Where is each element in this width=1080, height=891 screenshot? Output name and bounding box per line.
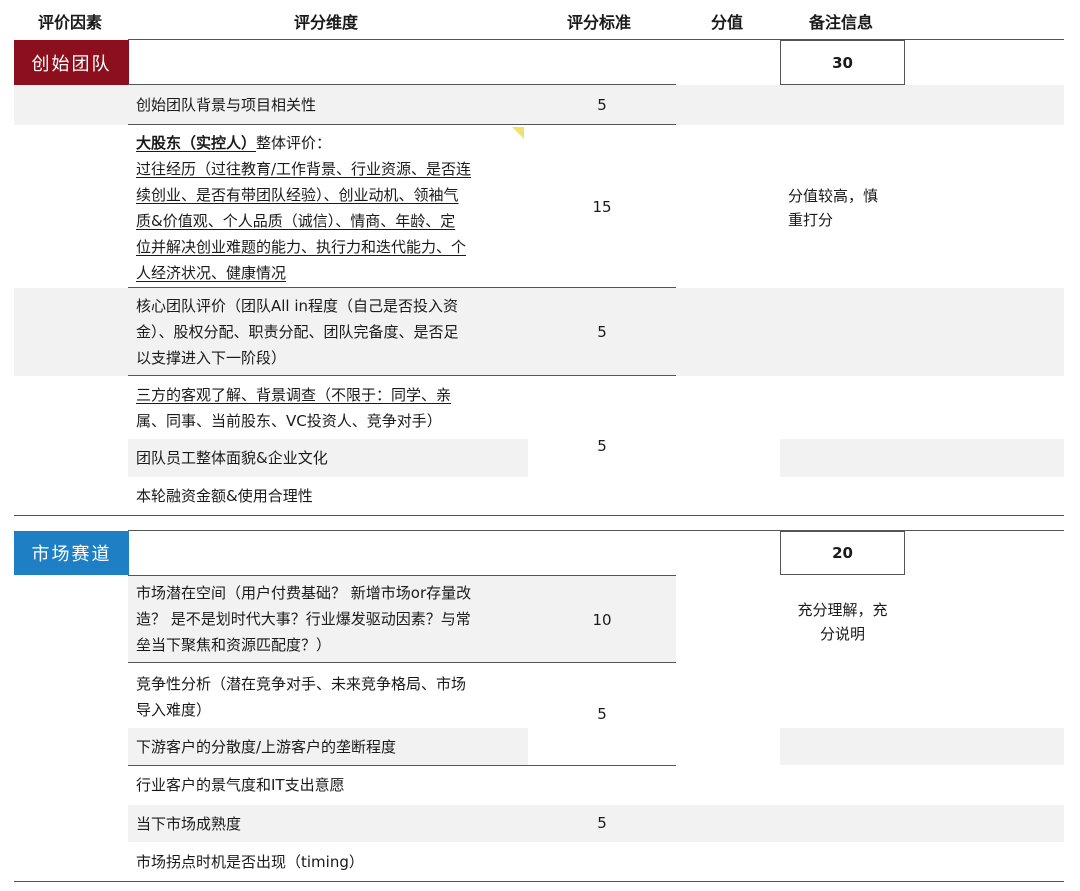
team-dimension-2-line: 位并解决创业难题的能力、执行力和迭代能力、个 bbox=[136, 238, 467, 256]
header-score: 分值 bbox=[711, 13, 744, 32]
market-dimension-5: 当下市场成熟度 bbox=[136, 815, 242, 833]
team-group-standard: 5 bbox=[597, 437, 607, 455]
market-dimension-2-line: 导入难度） bbox=[136, 701, 212, 719]
header-factor: 评价因素 bbox=[38, 13, 103, 32]
team-dimension-6: 本轮融资金额&使用合理性 bbox=[136, 487, 313, 505]
market-dimension-1-line: 造？ 是不是划时代大事？行业爆发驱动因素？与常 bbox=[136, 610, 471, 628]
team-dimension-4: 三方的客观了解、背景调查（不限于：同学、亲 属、同事、当前股东、VC投资人、竞争… bbox=[136, 382, 526, 434]
team-score-box: 30 bbox=[780, 40, 905, 85]
market-dimension-1: 市场潜在空间（用户付费基础？ 新增市场or存量改 造？ 是不是划时代大事？行业爆… bbox=[136, 580, 526, 658]
market-score-box: 20 bbox=[780, 531, 905, 575]
market-rule-1 bbox=[128, 662, 676, 663]
team-dimension-3-line: 核心团队评价（团队All in程度（自己是否投入资 bbox=[136, 297, 459, 315]
team-dimension-3-line: 以支撑进入下一阶段） bbox=[136, 349, 287, 367]
market-dimension-1-line: 市场潜在空间（用户付费基础？ 新增市场or存量改 bbox=[136, 584, 472, 602]
market-note-1-line: 分说明 bbox=[819, 625, 865, 643]
market-category-label: 市场赛道 bbox=[14, 531, 129, 575]
team-dimension-1: 创始团队背景与项目相关性 bbox=[136, 96, 317, 114]
team-top-rule bbox=[128, 39, 1064, 40]
team-dimension-2-lead-suffix: 整体评价： bbox=[256, 134, 332, 152]
team-rule-3 bbox=[128, 375, 676, 376]
market-group-standard-a: 5 bbox=[597, 705, 607, 723]
market-dimension-2-line: 竞争性分析（潜在竞争对手、未来竞争格局、市场 bbox=[136, 675, 467, 693]
team-dimension-5: 团队员工整体面貌&企业文化 bbox=[136, 449, 328, 467]
market-dimension-6: 市场拐点时机是否出现（timing） bbox=[136, 853, 364, 871]
team-note-2-line: 重打分 bbox=[788, 211, 834, 229]
header-dimension: 评分维度 bbox=[294, 13, 359, 32]
team-standard-3: 5 bbox=[597, 323, 607, 341]
team-rule-2 bbox=[128, 287, 676, 288]
market-dimension-1-line: 垒当下聚焦和资源匹配度？） bbox=[136, 636, 332, 654]
team-category-label: 创始团队 bbox=[14, 40, 129, 85]
team-rule-1 bbox=[128, 124, 676, 125]
market-bottom-rule bbox=[14, 881, 1064, 882]
market-row3-note-bg bbox=[780, 728, 1064, 765]
market-note-1: 充分理解，充 分说明 bbox=[780, 598, 905, 646]
market-standard-1: 10 bbox=[592, 611, 612, 629]
market-dimension-2: 竞争性分析（潜在竞争对手、未来竞争格局、市场 导入难度） bbox=[136, 671, 526, 723]
team-dimension-2-line: 人经济状况、健康情况 bbox=[136, 264, 287, 282]
team-row5-note-bg bbox=[780, 439, 1064, 477]
team-dimension-3: 核心团队评价（团队All in程度（自己是否投入资 金）、股权分配、职责分配、团… bbox=[136, 293, 526, 371]
market-dimension-3: 下游客户的分散度/上游客户的垄断程度 bbox=[136, 738, 397, 756]
market-dimension-4: 行业客户的景气度和IT支出意愿 bbox=[136, 776, 345, 794]
team-dimension-2-line: 续创业、是否有带团队经验）、创业动机、领袖气 bbox=[136, 186, 459, 204]
comment-marker-icon bbox=[512, 127, 524, 139]
header-standard: 评分标准 bbox=[567, 13, 632, 32]
header-notes: 备注信息 bbox=[809, 13, 874, 32]
team-dimension-2-lead: 大股东（实控人） bbox=[136, 134, 257, 152]
team-standard-2: 15 bbox=[592, 198, 612, 216]
market-rule-3 bbox=[128, 765, 676, 766]
team-note-2-line: 分值较高，慎 bbox=[788, 187, 879, 205]
team-dimension-4-line: 三方的客观了解、背景调查（不限于：同学、亲 bbox=[136, 386, 452, 404]
team-bottom-rule bbox=[14, 515, 1064, 516]
team-standard-1: 5 bbox=[597, 96, 607, 114]
team-dimension-2-line: 过往经历（过往教育/工作背景、行业资源、是否连 bbox=[136, 160, 472, 178]
team-dimension-2-line: 质&价值观、个人品质（诚信）、情商、年龄、定 bbox=[136, 212, 456, 230]
team-dimension-3-line: 金）、股权分配、职责分配、团队完备度、是否足 bbox=[136, 323, 459, 341]
team-dimension-4-line: 属、同事、当前股东、VC投资人、竞争对手） bbox=[136, 412, 442, 430]
market-group-standard-b: 5 bbox=[597, 814, 607, 832]
market-note-1-line: 充分理解，充 bbox=[797, 601, 888, 619]
team-dimension-2: 大股东（实控人）整体评价： 过往经历（过往教育/工作背景、行业资源、是否连 续创… bbox=[136, 130, 526, 286]
team-note-2: 分值较高，慎 重打分 bbox=[788, 184, 908, 232]
market-top-rule bbox=[128, 530, 1064, 531]
